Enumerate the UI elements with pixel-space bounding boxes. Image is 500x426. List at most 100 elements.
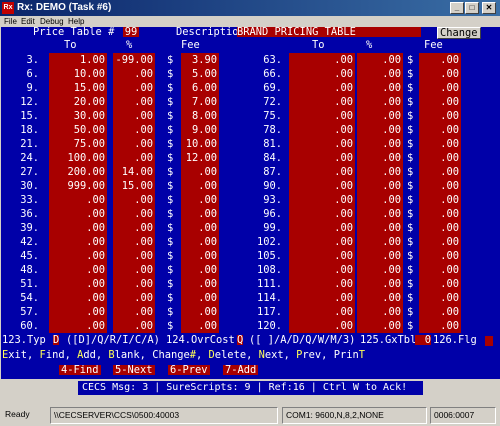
pct-value-field[interactable]: .00 [357, 251, 401, 261]
fee-value-field[interactable]: .00 [181, 279, 217, 289]
fee-value-field[interactable]: 9.00 [181, 125, 217, 135]
pct-value-field[interactable]: .00 [113, 195, 153, 205]
fee-value-field[interactable]: .00 [419, 139, 459, 149]
to-value-field[interactable]: .00 [289, 307, 353, 317]
to-value-field[interactable]: 200.00 [49, 167, 105, 177]
to-value-field[interactable]: .00 [49, 237, 105, 247]
pct-value-field[interactable]: .00 [113, 307, 153, 317]
to-value-field[interactable]: .00 [289, 293, 353, 303]
pct-value-field[interactable]: .00 [357, 195, 401, 205]
pct-value-field[interactable]: .00 [357, 97, 401, 107]
to-value-field[interactable]: .00 [289, 181, 353, 191]
pct-value-field[interactable]: .00 [113, 125, 153, 135]
pct-value-field[interactable]: .00 [113, 153, 153, 163]
fkey-next[interactable]: 5-Next [113, 365, 155, 375]
price-table-field[interactable]: 99 [123, 27, 139, 37]
pct-value-field[interactable]: 14.00 [113, 167, 153, 177]
to-value-field[interactable]: .00 [289, 83, 353, 93]
to-value-field[interactable]: .00 [289, 209, 353, 219]
to-value-field[interactable]: .00 [49, 293, 105, 303]
pct-value-field[interactable]: .00 [357, 237, 401, 247]
to-value-field[interactable]: .00 [289, 223, 353, 233]
terminal-console[interactable]: Price Table # 99 Description BRAND PRICI… [1, 27, 500, 379]
fee-value-field[interactable]: .00 [419, 97, 459, 107]
pct-value-field[interactable]: .00 [357, 111, 401, 121]
fee-value-field[interactable]: .00 [419, 69, 459, 79]
to-value-field[interactable]: .00 [49, 307, 105, 317]
pct-value-field[interactable]: .00 [113, 223, 153, 233]
to-value-field[interactable]: .00 [289, 265, 353, 275]
to-value-field[interactable]: 999.00 [49, 181, 105, 191]
pct-value-field[interactable]: .00 [357, 181, 401, 191]
pct-value-field[interactable]: .00 [357, 125, 401, 135]
to-value-field[interactable]: .00 [289, 237, 353, 247]
fee-value-field[interactable]: 8.00 [181, 111, 217, 121]
to-value-field[interactable]: .00 [49, 251, 105, 261]
fee-value-field[interactable]: .00 [419, 223, 459, 233]
to-value-field[interactable]: 50.00 [49, 125, 105, 135]
pct-value-field[interactable]: .00 [357, 69, 401, 79]
fee-value-field[interactable]: .00 [419, 55, 459, 65]
pct-value-field[interactable]: .00 [357, 167, 401, 177]
fee-value-field[interactable]: .00 [181, 251, 217, 261]
fee-value-field[interactable]: .00 [419, 237, 459, 247]
to-value-field[interactable]: .00 [49, 279, 105, 289]
to-value-field[interactable]: 100.00 [49, 153, 105, 163]
fee-value-field[interactable]: .00 [419, 111, 459, 121]
close-button[interactable]: ✕ [482, 2, 496, 14]
to-value-field[interactable]: .00 [289, 195, 353, 205]
to-value-field[interactable]: .00 [49, 321, 105, 331]
menu-debug[interactable]: Debug [40, 17, 64, 26]
flg-field[interactable] [485, 336, 493, 346]
fee-value-field[interactable]: .00 [181, 223, 217, 233]
fee-value-field[interactable]: .00 [419, 279, 459, 289]
pct-value-field[interactable]: .00 [113, 97, 153, 107]
fee-value-field[interactable]: .00 [419, 153, 459, 163]
pct-value-field[interactable]: .00 [113, 83, 153, 93]
to-value-field[interactable]: .00 [49, 223, 105, 233]
fkey-prev[interactable]: 6-Prev [168, 365, 210, 375]
to-value-field[interactable]: 10.00 [49, 69, 105, 79]
fee-value-field[interactable]: .00 [181, 181, 217, 191]
fee-value-field[interactable]: .00 [419, 321, 459, 331]
fee-value-field[interactable]: 5.00 [181, 69, 217, 79]
pct-value-field[interactable]: .00 [113, 237, 153, 247]
to-value-field[interactable]: .00 [289, 153, 353, 163]
pct-value-field[interactable]: .00 [113, 321, 153, 331]
fee-value-field[interactable]: 7.00 [181, 97, 217, 107]
to-value-field[interactable]: .00 [289, 321, 353, 331]
gxtbl-field[interactable]: 0 [415, 335, 431, 345]
typ-field[interactable]: D [53, 335, 60, 345]
to-value-field[interactable]: .00 [49, 195, 105, 205]
pct-value-field[interactable]: .00 [113, 279, 153, 289]
fee-value-field[interactable]: 6.00 [181, 83, 217, 93]
menu-file[interactable]: File [4, 17, 17, 26]
pct-value-field[interactable]: .00 [113, 251, 153, 261]
fee-value-field[interactable]: 12.00 [181, 153, 217, 163]
pct-value-field[interactable]: .00 [113, 69, 153, 79]
fee-value-field[interactable]: .00 [419, 125, 459, 135]
fee-value-field[interactable]: 3.90 [181, 55, 217, 65]
fee-value-field[interactable]: .00 [419, 167, 459, 177]
pct-value-field[interactable]: .00 [357, 83, 401, 93]
to-value-field[interactable]: 75.00 [49, 139, 105, 149]
fkey-find[interactable]: 4-Find [59, 365, 101, 375]
fee-value-field[interactable]: .00 [419, 293, 459, 303]
window-titlebar[interactable]: Rx Rx: DEMO (Task #6) _ □ ✕ [0, 0, 500, 16]
to-value-field[interactable]: .00 [289, 139, 353, 149]
pct-value-field[interactable]: .00 [357, 279, 401, 289]
fee-value-field[interactable]: .00 [181, 293, 217, 303]
pct-value-field[interactable]: .00 [113, 265, 153, 275]
to-value-field[interactable]: .00 [49, 265, 105, 275]
pct-value-field[interactable]: .00 [357, 321, 401, 331]
pct-value-field[interactable]: .00 [357, 293, 401, 303]
fee-value-field[interactable]: .00 [419, 83, 459, 93]
pct-value-field[interactable]: .00 [357, 223, 401, 233]
description-field[interactable]: BRAND PRICING TABLE [237, 27, 421, 37]
maximize-button[interactable]: □ [465, 2, 479, 14]
pct-value-field[interactable]: .00 [357, 139, 401, 149]
menu-edit[interactable]: Edit [21, 17, 35, 26]
fee-value-field[interactable]: .00 [181, 167, 217, 177]
to-value-field[interactable]: .00 [289, 69, 353, 79]
to-value-field[interactable]: .00 [289, 97, 353, 107]
